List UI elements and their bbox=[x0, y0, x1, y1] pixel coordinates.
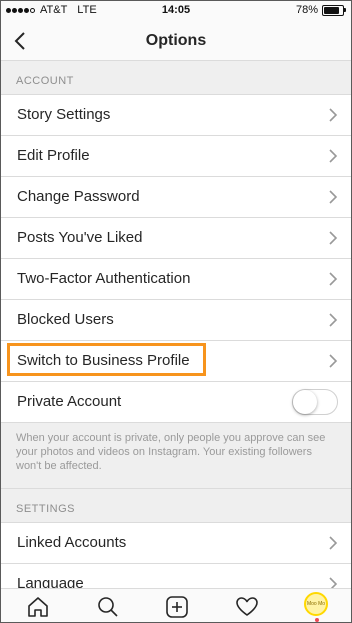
home-icon[interactable] bbox=[26, 595, 50, 619]
tab-bar: Moo Mo bbox=[0, 588, 352, 623]
navigation-bar: Options bbox=[0, 22, 352, 61]
chevron-right-icon bbox=[329, 536, 338, 550]
chevron-right-icon bbox=[329, 190, 338, 204]
battery-percent: 78% bbox=[295, 4, 318, 16]
avatar-text: Moo Mo bbox=[306, 601, 326, 607]
add-post-icon[interactable] bbox=[165, 595, 189, 619]
item-label: Linked Accounts bbox=[17, 534, 127, 551]
battery-icon bbox=[322, 4, 346, 16]
item-label: Blocked Users bbox=[17, 311, 114, 328]
item-label: Story Settings bbox=[17, 106, 111, 123]
private-account-item: Private Account bbox=[0, 382, 352, 423]
private-account-note: When your account is private, only peopl… bbox=[0, 423, 352, 489]
item-label: Edit Profile bbox=[17, 147, 90, 164]
private-account-toggle[interactable] bbox=[292, 389, 338, 415]
profile-avatar[interactable]: Moo Mo bbox=[304, 592, 328, 616]
blocked-users-item[interactable]: Blocked Users bbox=[0, 300, 352, 341]
options-list[interactable]: ACCOUNT Story Settings Edit Profile Chan… bbox=[0, 61, 352, 589]
two-factor-item[interactable]: Two-Factor Authentication bbox=[0, 259, 352, 300]
item-label: Language bbox=[17, 575, 84, 589]
posts-liked-item[interactable]: Posts You've Liked bbox=[0, 218, 352, 259]
section-header-account: ACCOUNT bbox=[0, 61, 352, 95]
linked-accounts-item[interactable]: Linked Accounts bbox=[0, 523, 352, 564]
activity-heart-icon[interactable] bbox=[235, 595, 259, 619]
story-settings-item[interactable]: Story Settings bbox=[0, 95, 352, 136]
item-label: Two-Factor Authentication bbox=[17, 270, 191, 287]
item-label: Private Account bbox=[17, 393, 122, 410]
chevron-right-icon bbox=[329, 354, 338, 368]
change-password-item[interactable]: Change Password bbox=[0, 177, 352, 218]
switch-business-profile-item[interactable]: Switch to Business Profile bbox=[0, 341, 352, 382]
edit-profile-item[interactable]: Edit Profile bbox=[0, 136, 352, 177]
chevron-right-icon bbox=[329, 313, 338, 327]
language-item[interactable]: Language bbox=[0, 564, 352, 589]
item-label: Change Password bbox=[17, 188, 140, 205]
item-label: Switch to Business Profile bbox=[17, 352, 190, 369]
status-bar: AT&T LTE 14:05 78% bbox=[0, 0, 352, 22]
item-label: Posts You've Liked bbox=[17, 229, 143, 246]
section-header-settings: SETTINGS bbox=[0, 489, 352, 523]
chevron-right-icon bbox=[329, 272, 338, 286]
chevron-right-icon bbox=[329, 149, 338, 163]
toggle-knob bbox=[293, 390, 317, 414]
notification-dot bbox=[315, 618, 319, 622]
search-icon[interactable] bbox=[96, 595, 120, 619]
chevron-right-icon bbox=[329, 231, 338, 245]
chevron-right-icon bbox=[329, 108, 338, 122]
page-title: Options bbox=[145, 32, 207, 49]
